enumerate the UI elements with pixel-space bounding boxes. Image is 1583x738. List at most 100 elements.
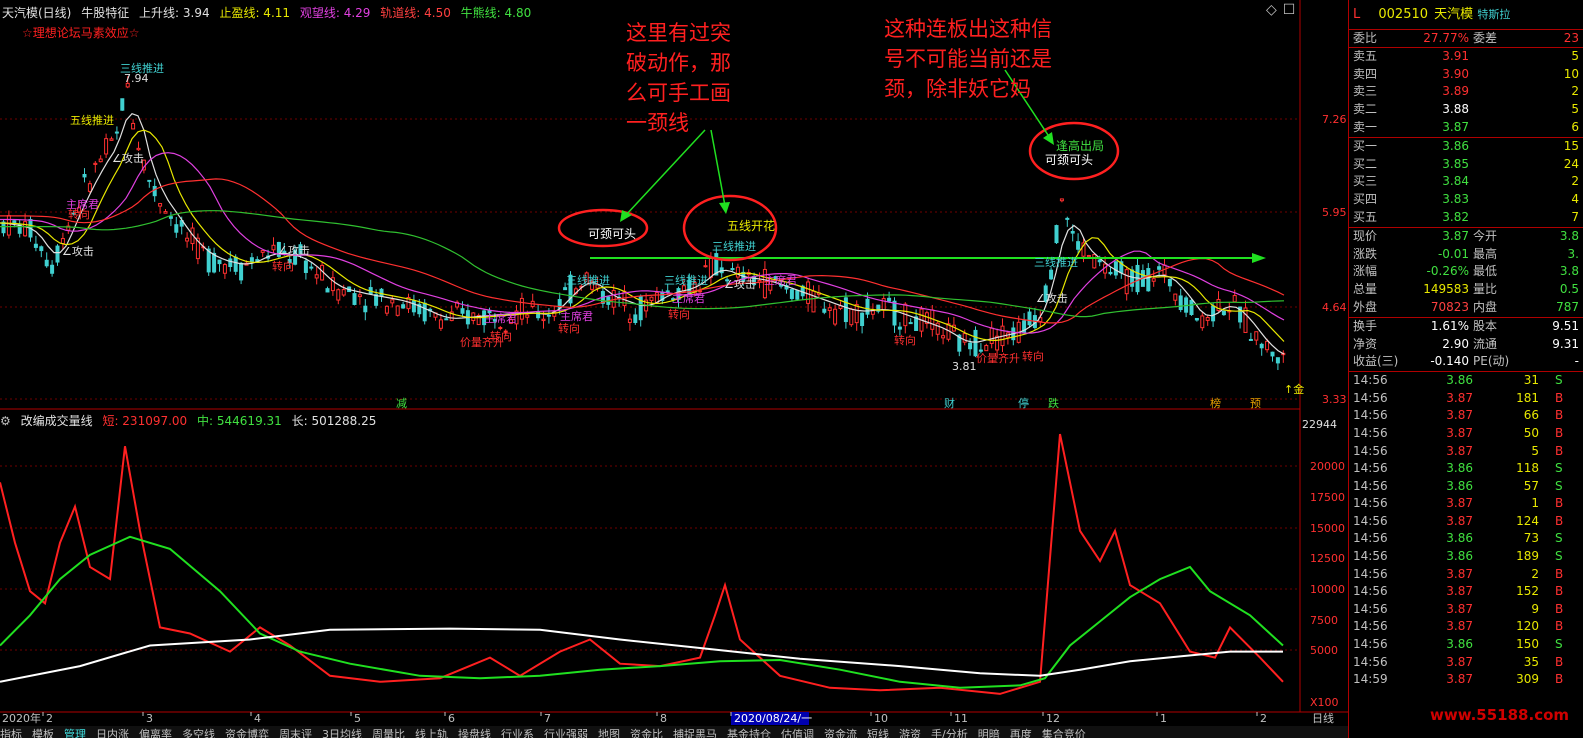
- bottom-tab[interactable]: 操盘线: [458, 728, 491, 738]
- forum-tag: ☆理想论坛马素效应☆: [22, 26, 140, 40]
- time-tick-label: 6: [448, 712, 455, 725]
- quote-stat-row: 净资 2.90 流通 9.31: [1353, 336, 1579, 351]
- bottom-tab[interactable]: 管理: [64, 728, 86, 738]
- svg-text:一颈线: 一颈线: [626, 111, 689, 135]
- bottom-tab[interactable]: 模板: [32, 728, 54, 738]
- stock-title[interactable]: 天汽模(日线): [2, 6, 71, 20]
- tick-row: 14:56 3.87 1 B: [1353, 496, 1564, 511]
- buy-level: 买四 3.83 4: [1353, 192, 1579, 207]
- svg-text:主席君: 主席君: [560, 309, 593, 323]
- bottom-tab[interactable]: 行业强弱: [544, 728, 588, 738]
- bottom-tab[interactable]: 基金持仓: [727, 728, 771, 738]
- chart-area[interactable]: 7.26 5.95 4.64 3.33 22944 20000 17500 15000 125…: [0, 0, 1348, 738]
- tick-list[interactable]: 14:56 3.86 31 S 14:56 3.87 181 B 14:56 3.87 66 B 14:…: [1349, 372, 1583, 689]
- tick-row: 14:56 3.87 50 B: [1353, 425, 1564, 440]
- time-tick-label: 7: [544, 712, 551, 725]
- quote-title: L 002510 天汽模 特斯拉: [1349, 0, 1583, 30]
- quote-panel: L 002510 天汽模 特斯拉 委比 27.77% 委差 23 卖五 3.91 5…: [1348, 0, 1583, 738]
- time-tick-label: 4: [254, 712, 261, 725]
- chart-window-controls[interactable]: ◇ ☐: [1266, 2, 1301, 20]
- volume-title[interactable]: 改编成交量线: [21, 414, 93, 428]
- bottom-tab[interactable]: 3日均线: [322, 728, 362, 738]
- time-tick-label: 2: [1260, 712, 1267, 725]
- stock-tag[interactable]: 特斯拉: [1477, 8, 1510, 21]
- watermark: www.55188.com: [1430, 706, 1570, 724]
- bottom-tab[interactable]: 偏离率: [139, 728, 172, 738]
- sell-level: 卖二 3.88 5: [1353, 102, 1579, 117]
- buy-level: 买二 3.85 24: [1353, 156, 1579, 171]
- circle-label-2: 五线开花: [727, 218, 775, 233]
- tick-row: 14:56 3.86 73 S: [1353, 531, 1563, 546]
- price-tick-label: 7.26: [1322, 113, 1347, 126]
- tick-row: 14:59 3.87 309 B: [1353, 672, 1564, 687]
- bottom-tab[interactable]: 日内涨: [96, 728, 129, 738]
- sell-level: 卖五 3.91 5: [1353, 48, 1579, 63]
- bottom-tab[interactable]: 集合竞价: [1042, 728, 1086, 738]
- diamond-icon[interactable]: ◇: [1266, 2, 1277, 18]
- annotation-note-2: 这种连板出这种信 号不可能当前还是 颈，除非妖它妈: [884, 17, 1052, 101]
- tick-row: 14:56 3.87 9 B: [1353, 601, 1564, 616]
- bottom-tab[interactable]: 地图: [598, 728, 620, 738]
- volume-tick-label: 10000: [1310, 583, 1345, 596]
- quote-stat-row: 换手 1.61% 股本 9.51: [1353, 318, 1579, 333]
- volume-long: 长: 501288.25: [291, 414, 377, 428]
- svg-text:转向: 转向: [558, 321, 580, 335]
- tick-row: 14:56 3.86 189 S: [1353, 549, 1563, 564]
- svg-text:五线推进: 五线推进: [70, 113, 114, 127]
- bottom-tab[interactable]: 周量比: [372, 728, 405, 738]
- svg-text:转向: 转向: [668, 307, 690, 321]
- circle-label-3b: 可颈可头: [1045, 153, 1093, 167]
- bottom-tab[interactable]: 多空线: [182, 728, 215, 738]
- bottom-tab[interactable]: 资金流: [824, 728, 857, 738]
- weibi-row: 委比 27.77% 委差 23: [1349, 30, 1583, 48]
- svg-text:转向: 转向: [272, 259, 294, 273]
- svg-text:主席君: 主席君: [764, 273, 797, 287]
- pointer-arrowhead-3: [1043, 132, 1054, 145]
- sell-orders: 卖五 3.91 5 卖四 3.90 10 卖三 3.89 2 卖二 3.88 5 卖一 3.87 6: [1349, 48, 1583, 138]
- svg-text:转向: 转向: [894, 333, 916, 347]
- ma-legend-3: 观望线: 4.29: [299, 6, 371, 20]
- price-tick-label: 5.95: [1322, 206, 1347, 219]
- price-axis: 7.26 5.95 4.64 3.33: [1322, 113, 1347, 406]
- bottom-tab[interactable]: 短线: [867, 728, 889, 738]
- quote-stats-2: 换手 1.61% 股本 9.51 净资 2.90 流通 9.31 收益(三) -0.140 PE(动…: [1349, 318, 1583, 373]
- close-box-icon[interactable]: ☐: [1283, 2, 1296, 18]
- buy-orders: 买一 3.86 15 买二 3.85 24 买三 3.84 2 买四 3.83 4 买五 3.82 7: [1349, 138, 1583, 228]
- annotation-note-1: 这里有过突 破动作，那 么可手工画 一颈线: [626, 21, 731, 135]
- svg-text:三线推进: 三线推进: [664, 273, 708, 287]
- bottom-tab-bar[interactable]: 指标 模板 管理 日内涨 偏离率 多空线 资金博弈 周末评 3日均线 周量比 线上轨 操盘线 行业系 行业…: [0, 726, 1348, 738]
- tick-row: 14:56 3.86 31 S: [1353, 373, 1563, 388]
- tick-row: 14:56 3.87 181 B: [1353, 390, 1564, 405]
- bottom-tab[interactable]: 捕捉黑马: [673, 728, 717, 738]
- bottom-tab[interactable]: 线上轨: [415, 728, 448, 738]
- svg-text:↑金: ↑金: [1284, 382, 1304, 396]
- bottom-tab[interactable]: 手/分析: [931, 728, 968, 738]
- neckline-arrowhead: [1252, 253, 1266, 263]
- svg-text:转向: 转向: [1022, 349, 1044, 363]
- pointer-arrow-2: [710, 129, 726, 207]
- time-tick-label: 8: [660, 712, 667, 725]
- bottom-tab[interactable]: 游资: [899, 728, 921, 738]
- volume-tick-label: 12500: [1310, 552, 1345, 565]
- kline-chart[interactable]: 7.265.954.643.33 22944200001750015000125…: [0, 0, 1348, 726]
- ma-legend-1: 上升线: 3.94: [139, 6, 210, 20]
- bottom-tab[interactable]: 资金博弈: [225, 728, 269, 738]
- time-tick-label: 12: [1046, 712, 1060, 725]
- gear-icon[interactable]: ⚙: [0, 414, 11, 428]
- tick-row: 14:56 3.86 57 S: [1353, 478, 1563, 493]
- bottom-tab[interactable]: 行业系: [501, 728, 534, 738]
- indicator-name[interactable]: 牛股特征: [81, 6, 129, 20]
- bottom-tab[interactable]: 周末评: [279, 728, 312, 738]
- svg-text:主席君: 主席君: [672, 291, 705, 305]
- bottom-tab[interactable]: 明暗: [978, 728, 1000, 738]
- bottom-tab[interactable]: 资金比: [630, 728, 663, 738]
- svg-text:∠攻击: ∠攻击: [278, 243, 310, 257]
- bottom-tab[interactable]: 再度: [1010, 728, 1032, 738]
- bottom-tab[interactable]: 指标: [0, 728, 22, 738]
- ma-legend-5: 牛熊线: 4.80: [460, 6, 532, 20]
- bottom-tab[interactable]: 估值调: [781, 728, 814, 738]
- svg-text:7.94: 7.94: [124, 72, 149, 85]
- time-tick-label: 日线: [1312, 711, 1334, 725]
- stock-name: 天汽模: [1434, 7, 1474, 22]
- buy-level: 买三 3.84 2: [1353, 174, 1579, 189]
